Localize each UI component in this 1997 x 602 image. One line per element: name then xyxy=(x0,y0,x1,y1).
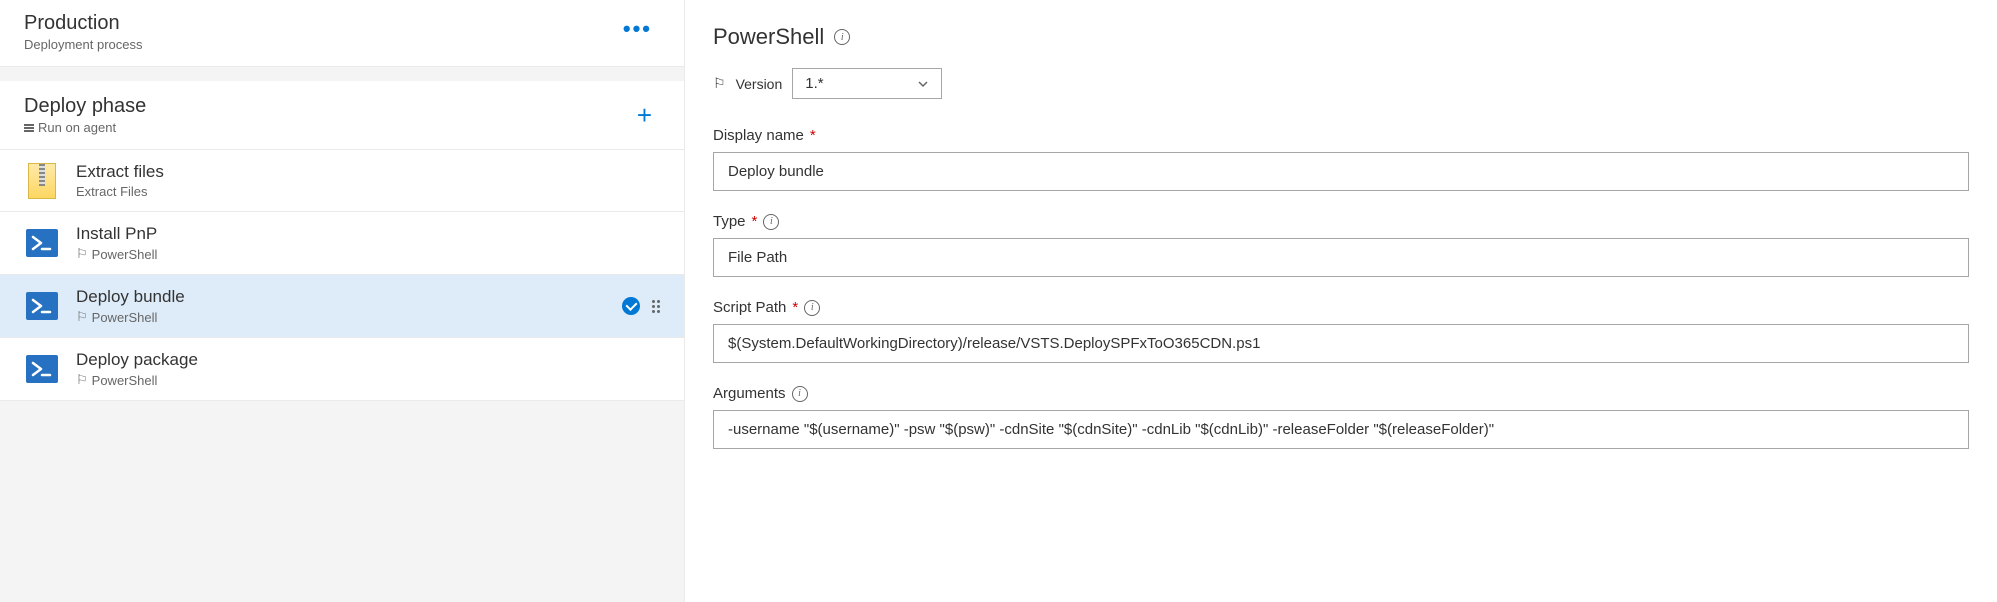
task-subtitle: Extract Files xyxy=(76,184,660,199)
version-row: ⚐ Version 1.* xyxy=(713,68,1969,99)
version-select[interactable]: 1.* xyxy=(792,68,942,99)
display-name-label: Display name * xyxy=(713,127,1969,144)
chevron-down-icon xyxy=(917,78,929,90)
type-input[interactable] xyxy=(713,238,1969,277)
link-flag-icon: ⚐ xyxy=(76,372,88,388)
task-list: Extract files Extract Files Install PnP … xyxy=(0,150,684,401)
link-flag-icon: ⚐ xyxy=(713,75,726,92)
type-group: Type * i xyxy=(713,213,1969,277)
link-flag-icon: ⚐ xyxy=(76,309,88,325)
script-path-input[interactable] xyxy=(713,324,1969,363)
phase-header[interactable]: Deploy phase Run on agent + xyxy=(0,81,684,150)
script-path-label: Script Path * i xyxy=(713,299,1969,316)
environment-header: Production Deployment process ••• xyxy=(0,0,684,67)
enabled-check-icon[interactable] xyxy=(622,297,640,315)
info-icon[interactable]: i xyxy=(763,214,779,230)
panel-heading: PowerShell i xyxy=(713,24,1969,50)
arguments-input[interactable] xyxy=(713,410,1969,449)
powershell-icon xyxy=(24,288,60,324)
phase-title: Deploy phase xyxy=(24,95,146,118)
agent-icon xyxy=(24,124,34,132)
info-icon[interactable]: i xyxy=(804,300,820,316)
link-flag-icon: ⚐ xyxy=(76,246,88,262)
task-title: Deploy bundle xyxy=(76,287,606,307)
phase-subtitle: Run on agent xyxy=(24,120,146,135)
arguments-label: Arguments i xyxy=(713,385,1969,402)
more-options-button[interactable]: ••• xyxy=(615,12,660,46)
script-path-group: Script Path * i xyxy=(713,299,1969,363)
powershell-icon xyxy=(24,351,60,387)
add-task-button[interactable]: + xyxy=(629,100,660,131)
zip-icon xyxy=(24,163,60,199)
display-name-input[interactable] xyxy=(713,152,1969,191)
version-label: Version xyxy=(736,76,783,92)
required-asterisk: * xyxy=(810,127,816,144)
task-item-deploy-bundle[interactable]: Deploy bundle ⚐ PowerShell xyxy=(0,275,684,338)
left-panel: Production Deployment process ••• Deploy… xyxy=(0,0,685,602)
task-title: Extract files xyxy=(76,162,660,182)
arguments-group: Arguments i xyxy=(713,385,1969,449)
powershell-icon xyxy=(24,225,60,261)
task-subtitle: ⚐ PowerShell xyxy=(76,372,660,388)
task-item-deploy-package[interactable]: Deploy package ⚐ PowerShell xyxy=(0,338,684,401)
environment-title: Production xyxy=(24,12,143,35)
environment-subtitle: Deployment process xyxy=(24,37,143,52)
task-item-install-pnp[interactable]: Install PnP ⚐ PowerShell xyxy=(0,212,684,275)
type-label: Type * i xyxy=(713,213,1969,230)
detail-panel: PowerShell i ⚐ Version 1.* Display name … xyxy=(685,0,1997,602)
task-actions xyxy=(622,297,660,315)
task-title: Install PnP xyxy=(76,224,660,244)
info-icon[interactable]: i xyxy=(792,386,808,402)
display-name-group: Display name * xyxy=(713,127,1969,191)
drag-handle-icon[interactable] xyxy=(652,300,660,313)
task-subtitle: ⚐ PowerShell xyxy=(76,246,660,262)
info-icon[interactable]: i xyxy=(834,29,850,45)
task-subtitle: ⚐ PowerShell xyxy=(76,309,606,325)
task-item-extract-files[interactable]: Extract files Extract Files xyxy=(0,150,684,212)
required-asterisk: * xyxy=(792,299,798,316)
task-title: Deploy package xyxy=(76,350,660,370)
required-asterisk: * xyxy=(752,213,758,230)
